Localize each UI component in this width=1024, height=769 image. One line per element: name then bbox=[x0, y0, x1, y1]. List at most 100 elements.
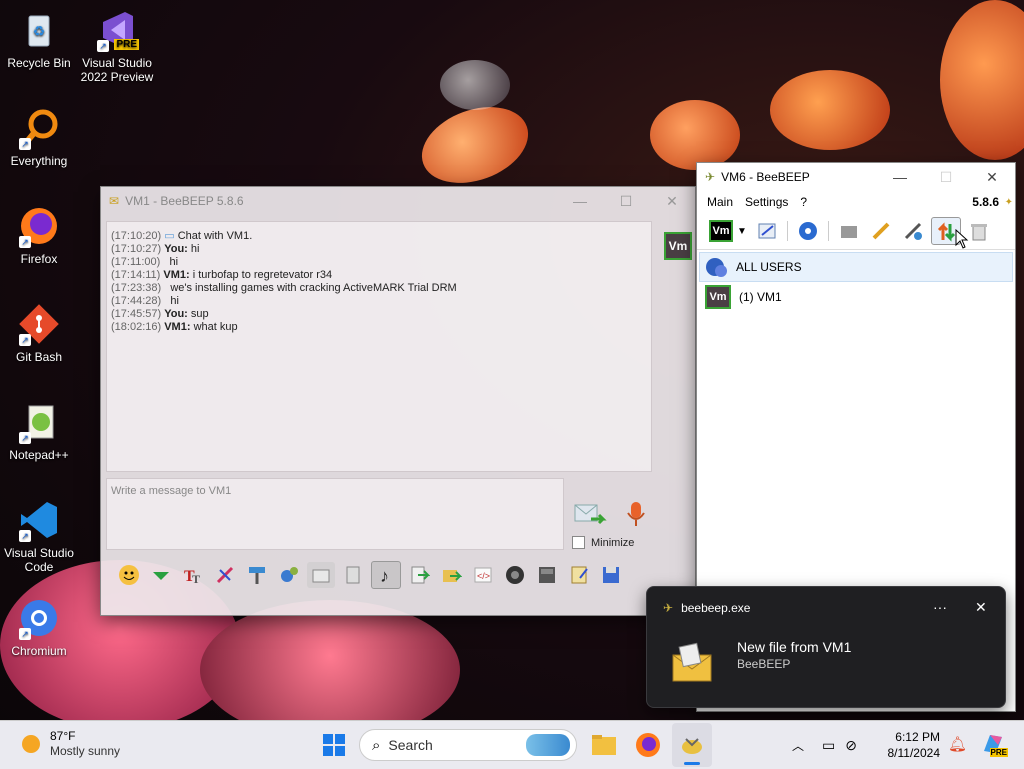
clock[interactable]: 6:12 PM 8/11/2024 bbox=[884, 729, 941, 761]
menu-help[interactable]: ? bbox=[800, 195, 807, 209]
menu-main[interactable]: Main bbox=[707, 195, 733, 209]
svg-text:♻: ♻ bbox=[33, 23, 46, 39]
chat-history[interactable]: (17:10:20) ▭ Chat with VM1. (17:10:27) Yo… bbox=[106, 221, 652, 472]
message-time: (17:23:38) bbox=[111, 282, 162, 294]
emoticon-menu-button[interactable] bbox=[147, 562, 175, 588]
clear-chat-button[interactable] bbox=[533, 562, 561, 588]
font-color-button[interactable] bbox=[211, 562, 239, 588]
save-chat-button[interactable] bbox=[307, 562, 335, 588]
microphone-icon bbox=[627, 502, 645, 526]
svg-text:</>: </> bbox=[477, 571, 490, 581]
display-icon[interactable]: ▭ bbox=[822, 737, 835, 754]
minimize-button[interactable]: — bbox=[877, 163, 923, 191]
voice-message-button[interactable] bbox=[621, 499, 651, 529]
menu-settings[interactable]: Settings bbox=[745, 195, 788, 209]
plugins-button[interactable] bbox=[899, 218, 927, 244]
message-time: (17:44:28) bbox=[111, 295, 162, 307]
chat-message: (17:10:20) ▭ Chat with VM1. bbox=[111, 230, 647, 243]
edit-chat-button[interactable] bbox=[565, 562, 593, 588]
close-button[interactable]: ✕ bbox=[649, 187, 695, 215]
emoticon-button[interactable] bbox=[115, 562, 143, 588]
gears-icon bbox=[281, 567, 298, 582]
screenshot-button[interactable] bbox=[501, 562, 529, 588]
message-text: we's installing games with cracking Acti… bbox=[170, 282, 457, 294]
minimize-checkbox[interactable] bbox=[572, 536, 585, 549]
html-button[interactable]: </> bbox=[469, 562, 497, 588]
toast-notification[interactable]: ✈ beebeep.exe ··· ✕ New file from VM1 Be… bbox=[646, 586, 1006, 708]
send-file-button[interactable] bbox=[405, 562, 433, 588]
chat-message: (17:44:28) hi bbox=[111, 295, 647, 308]
detach-chat-button[interactable] bbox=[597, 562, 625, 588]
visual-studio-icon: PRE ↗ bbox=[95, 8, 139, 52]
inbox-icon bbox=[312, 569, 330, 583]
weather-widget[interactable]: 87°F Mostly sunny bbox=[18, 729, 120, 759]
message-text: sup bbox=[190, 308, 209, 320]
minimize-button[interactable]: — bbox=[557, 187, 603, 215]
desktop-icon-label: Visual Studio 2022 Preview bbox=[80, 56, 154, 84]
green-down-arrow-icon bbox=[153, 572, 169, 580]
trash-button[interactable] bbox=[965, 218, 993, 244]
desktop-icon-notepad-plus-plus[interactable]: ↗ Notepad++ bbox=[0, 400, 78, 462]
svg-text:T: T bbox=[192, 572, 200, 586]
network-disconnected-icon[interactable]: ⊘ bbox=[845, 737, 857, 754]
filter-button[interactable] bbox=[243, 562, 271, 588]
buzz-button[interactable]: ♪ bbox=[371, 561, 401, 589]
taskbar-beebeep[interactable] bbox=[672, 723, 712, 767]
user-list-item-label: ALL USERS bbox=[736, 260, 802, 274]
desktop-icon-chromium[interactable]: ↗ Chromium bbox=[0, 596, 78, 658]
edit-profile-button[interactable] bbox=[753, 218, 781, 244]
search-icon: ⌕ bbox=[372, 736, 381, 754]
notification-bell-icon[interactable]: 🔔︎ bbox=[948, 735, 967, 753]
my-avatar-button[interactable]: Vm bbox=[709, 220, 733, 242]
desktop-icon-recycle-bin[interactable]: ♻ Recycle Bin bbox=[0, 8, 78, 70]
chat-message: (17:14:11) VM1: i turbofap to regretevat… bbox=[111, 269, 647, 282]
offline-messages-button[interactable] bbox=[835, 218, 863, 244]
save-disk-icon bbox=[603, 567, 619, 583]
spell-check-button[interactable] bbox=[339, 562, 367, 588]
send-button[interactable] bbox=[571, 499, 607, 529]
write-message-button[interactable] bbox=[867, 218, 895, 244]
toast-close-button[interactable]: ✕ bbox=[975, 599, 987, 616]
chat-window-titlebar[interactable]: ✉ VM1 - BeeBEEP 5.8.6 — ☐ ✕ bbox=[101, 187, 695, 215]
desktop-icon-everything[interactable]: ↗ Everything bbox=[0, 106, 78, 168]
camera-icon bbox=[506, 566, 524, 584]
user-list-item-all-users[interactable]: ALL USERS bbox=[699, 252, 1013, 282]
taskbar-firefox[interactable] bbox=[634, 731, 662, 759]
taskbar-file-explorer[interactable] bbox=[590, 731, 618, 759]
version-label: 5.8.6 bbox=[972, 195, 999, 209]
network-button[interactable] bbox=[794, 218, 822, 244]
message-time: (17:10:27) bbox=[111, 243, 162, 255]
desktop-icon-firefox[interactable]: ↗ Firefox bbox=[0, 204, 78, 266]
close-button[interactable]: ✕ bbox=[969, 163, 1015, 191]
chat-message: (17:10:27) You: hi bbox=[111, 243, 647, 256]
document-icon bbox=[346, 566, 360, 584]
desktop-icon-vscode[interactable]: ↗ Visual Studio Code bbox=[0, 498, 78, 574]
sunny-weather-icon bbox=[22, 735, 40, 753]
user-list-item-vm1[interactable]: Vm (1) VM1 bbox=[699, 282, 1013, 312]
chat-avatar[interactable]: Vm bbox=[664, 232, 692, 260]
mouse-cursor-icon bbox=[955, 228, 969, 252]
status-dropdown-icon[interactable]: ▼ bbox=[737, 226, 747, 237]
toast-more-button[interactable]: ··· bbox=[933, 599, 947, 615]
search-box[interactable]: ⌕ Search bbox=[359, 729, 577, 761]
desktop-icon-visual-studio-2022[interactable]: PRE ↗ Visual Studio 2022 Preview bbox=[78, 8, 156, 84]
message-input[interactable]: Write a message to VM1 bbox=[106, 478, 564, 550]
copilot-button[interactable]: PRE bbox=[980, 731, 1008, 757]
maximize-button[interactable]: ☐ bbox=[603, 187, 649, 215]
font-icon: TT bbox=[184, 568, 200, 586]
minimize-checkbox-row[interactable]: Minimize bbox=[572, 536, 634, 549]
maximize-button[interactable]: ☐ bbox=[923, 163, 969, 191]
main-window-title: VM6 - BeeBEEP bbox=[721, 170, 810, 184]
desktop-icon-git-bash[interactable]: ↗ Git Bash bbox=[0, 302, 78, 364]
chat-message: (17:11:00) hi bbox=[111, 256, 647, 269]
toolbar-separator bbox=[827, 221, 829, 241]
folder-icon bbox=[592, 735, 616, 755]
message-text: i turbofap to regretevator r34 bbox=[192, 269, 333, 281]
font-button[interactable]: TT bbox=[179, 562, 207, 588]
send-folder-button[interactable] bbox=[437, 562, 465, 588]
settings-button[interactable] bbox=[275, 562, 303, 588]
main-window-titlebar[interactable]: ✈ VM6 - BeeBEEP — ☐ ✕ bbox=[697, 163, 1015, 191]
beebeep-icon bbox=[682, 738, 702, 754]
start-button[interactable] bbox=[322, 733, 346, 757]
tray-overflow-icon[interactable]: ︿ bbox=[792, 737, 804, 754]
